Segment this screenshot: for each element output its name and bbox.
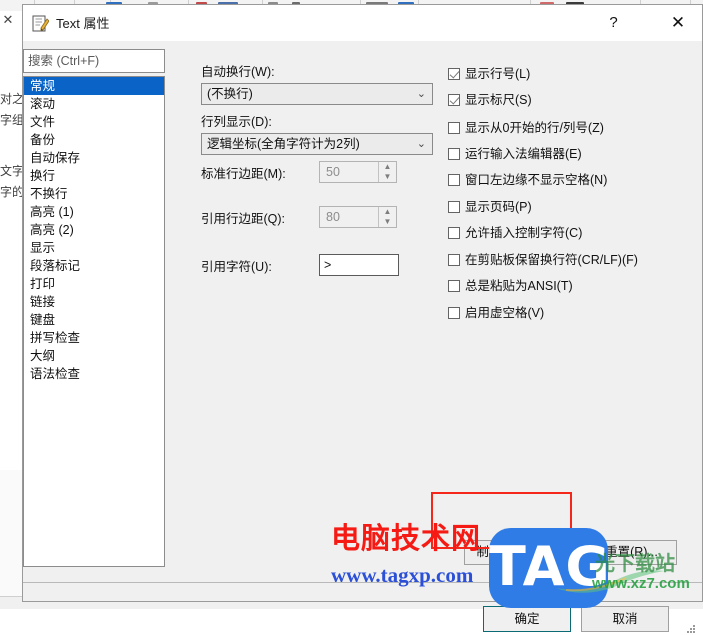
option-checkbox-label: 显示页码(P) — [465, 200, 532, 214]
watermark-site-name: 电脑技术网 — [331, 521, 482, 555]
standard-margin-value: 50 — [326, 165, 340, 179]
category-item[interactable]: 高亮 (2) — [24, 221, 164, 239]
resize-grip[interactable] — [687, 625, 697, 635]
stepper-down-icon[interactable]: ▼ — [379, 217, 396, 227]
search-input[interactable] — [23, 49, 165, 73]
standard-margin-stepper[interactable]: 50 ▲ ▼ — [319, 161, 397, 183]
watermark-download-site: 光下载站 — [595, 553, 675, 575]
option-checkbox-row[interactable]: 显示行号(L) — [448, 65, 530, 83]
category-item[interactable]: 段落标记 — [24, 257, 164, 275]
background-text-fragment: 字的 — [0, 185, 22, 199]
close-icon[interactable]: ✕ — [654, 5, 702, 41]
cancel-button[interactable]: 取消 — [581, 606, 669, 632]
chevron-down-icon: ⌄ — [416, 88, 426, 100]
category-item[interactable]: 键盘 — [24, 311, 164, 329]
option-checkbox-row[interactable]: 允许插入控制字符(C) — [448, 224, 582, 242]
option-checkbox-label: 在剪贴板保留换行符(CR/LF)(F) — [465, 253, 638, 267]
option-checkbox-row[interactable]: 运行输入法编辑器(E) — [448, 145, 582, 163]
quote-char-label: 引用字符(U): — [201, 260, 272, 274]
option-checkbox-label: 显示从0开始的行/列号(Z) — [465, 121, 604, 135]
checkbox-icon[interactable] — [448, 227, 460, 239]
dialog-title-bar: Text 属性 ? ✕ — [23, 5, 702, 41]
dialog-title: Text 属性 — [56, 16, 110, 31]
option-checkbox-row[interactable]: 在剪贴板保留换行符(CR/LF)(F) — [448, 251, 638, 269]
checkbox-icon[interactable] — [448, 122, 460, 134]
category-item[interactable]: 换行 — [24, 167, 164, 185]
category-item[interactable]: 语法检查 — [24, 365, 164, 383]
checkbox-icon[interactable] — [448, 307, 460, 319]
watermark-site-url: www.tagxp.com — [331, 563, 474, 587]
option-checkbox-row[interactable]: 总是粘贴为ANSI(T) — [448, 277, 573, 295]
column-mode-value: 逻辑坐标(全角字符计为2列) — [207, 137, 360, 151]
category-item[interactable]: 滚动 — [24, 95, 164, 113]
category-item[interactable]: 不换行 — [24, 185, 164, 203]
category-item[interactable]: 常规 — [24, 77, 164, 95]
option-checkbox-label: 运行输入法编辑器(E) — [465, 147, 582, 161]
background-text-fragment: 对之 — [0, 92, 22, 106]
checkbox-icon[interactable] — [448, 148, 460, 160]
option-checkbox-row[interactable]: 启用虚空格(V) — [448, 304, 544, 322]
category-item[interactable]: 备份 — [24, 131, 164, 149]
category-item[interactable]: 文件 — [24, 113, 164, 131]
option-checkbox-row[interactable]: 显示从0开始的行/列号(Z) — [448, 119, 604, 137]
checkbox-icon[interactable] — [448, 174, 460, 186]
background-text-fragment: 字组 — [0, 113, 22, 127]
quote-margin-label: 引用行边距(Q): — [201, 212, 286, 226]
option-checkbox-label: 启用虚空格(V) — [465, 306, 545, 320]
option-checkbox-label: 总是粘贴为ANSI(T) — [465, 279, 573, 293]
stepper-down-icon[interactable]: ▼ — [379, 172, 396, 182]
quote-margin-value: 80 — [326, 210, 340, 224]
watermark-tag-label: TAG — [489, 535, 611, 598]
watermark-download-url: www.xz7.com — [592, 575, 690, 592]
background-lower-strip — [0, 470, 22, 608]
category-item[interactable]: 打印 — [24, 275, 164, 293]
option-checkbox-label: 显示标尺(S) — [465, 93, 532, 107]
checkbox-checked-icon[interactable] — [448, 68, 460, 80]
auto-wrap-label: 自动换行(W): — [201, 65, 275, 79]
category-item[interactable]: 高亮 (1) — [24, 203, 164, 221]
auto-wrap-combo[interactable]: (不换行) ⌄ — [201, 83, 433, 105]
category-item[interactable]: 显示 — [24, 239, 164, 257]
ok-button[interactable]: 确定 — [483, 606, 571, 632]
category-item[interactable]: 拼写检查 — [24, 329, 164, 347]
option-checkbox-row[interactable]: 窗口左边缘不显示空格(N) — [448, 171, 607, 189]
option-checkbox-label: 窗口左边缘不显示空格(N) — [465, 173, 608, 187]
chevron-down-icon: ⌄ — [416, 138, 426, 150]
option-checkbox-label: 显示行号(L) — [465, 67, 531, 81]
checkbox-icon[interactable] — [448, 201, 460, 213]
column-mode-label: 行列显示(D): — [201, 115, 272, 129]
quote-margin-stepper[interactable]: 80 ▲ ▼ — [319, 206, 397, 228]
help-button[interactable]: ? — [591, 5, 636, 41]
option-checkbox-row[interactable]: 显示标尺(S) — [448, 91, 532, 109]
watermark-tag-badge: TAG — [489, 528, 611, 608]
checkbox-icon[interactable] — [448, 280, 460, 292]
stepper-up-icon[interactable]: ▲ — [379, 162, 396, 172]
notepad-pencil-icon — [32, 15, 49, 32]
checkbox-checked-icon[interactable] — [448, 94, 460, 106]
category-list[interactable]: 常规 滚动 文件 备份 自动保存 换行 不换行 高亮 (1) 高亮 (2) 显示 段落标记 打印 链接键… — [23, 76, 165, 567]
category-item[interactable]: 链接 — [24, 293, 164, 311]
background-close-icon[interactable]: ✕ — [1, 13, 15, 27]
standard-margin-label: 标准行边距(M): — [201, 167, 286, 181]
category-item[interactable]: 自动保存 — [24, 149, 164, 167]
stepper-buttons[interactable]: ▲ ▼ — [378, 207, 396, 227]
auto-wrap-value: (不换行) — [207, 87, 253, 101]
checkbox-icon[interactable] — [448, 254, 460, 266]
option-checkbox-label: 允许插入控制字符(C) — [465, 226, 583, 240]
option-checkbox-row[interactable]: 显示页码(P) — [448, 198, 532, 216]
dialog-body: 常规滚动文件备份自动保存换行不换行高亮 (1)高亮 (2)显示段落标记打印链接键… — [23, 41, 702, 633]
quote-char-input[interactable] — [319, 254, 399, 276]
category-item[interactable]: 大纲 — [24, 347, 164, 365]
stepper-up-icon[interactable]: ▲ — [379, 207, 396, 217]
column-mode-combo[interactable]: 逻辑坐标(全角字符计为2列) ⌄ — [201, 133, 433, 155]
text-properties-dialog: Text 属性 ? ✕ 常规滚动文件备份自动保存换行不换行高亮 (1)高亮 (2… — [22, 4, 703, 633]
stepper-buttons[interactable]: ▲ ▼ — [378, 162, 396, 182]
background-text-fragment: 文字 — [0, 164, 22, 178]
